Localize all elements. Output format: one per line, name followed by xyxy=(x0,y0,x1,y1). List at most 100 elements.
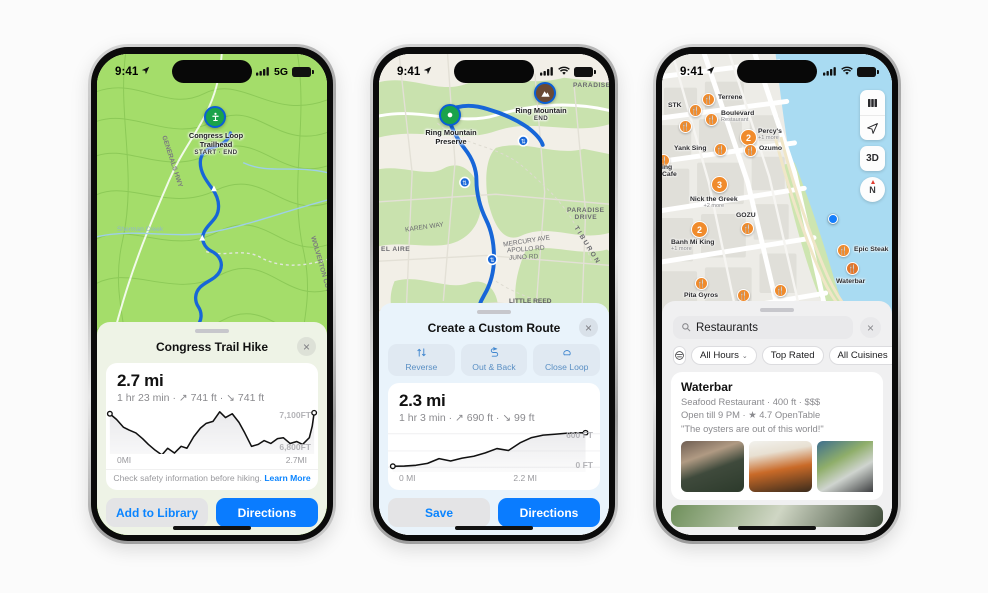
trail-info-card: 2.7 mi 1 hr 23 min · ↗ 741 ft · ↘ 741 ft xyxy=(106,363,318,490)
dynamic-island xyxy=(454,60,534,83)
phone-bezel: GENERALS HWY Sherman Creek WOLVERTON CUT… xyxy=(91,47,333,541)
toggle-3d-button[interactable]: 3D xyxy=(860,146,885,171)
user-location-dot xyxy=(828,214,838,224)
poi-terrene[interactable]: 🍴 xyxy=(702,93,715,106)
status-right-group xyxy=(540,63,596,81)
filter-row: All Hours ⌄ Top Rated All Cuisines ⌄ xyxy=(673,346,892,365)
trail-detail-sheet: Congress Trail Hike × 2.7 mi 1 hr 23 min… xyxy=(97,322,327,535)
status-time: 9:41 xyxy=(680,66,704,78)
directions-button[interactable]: Directions xyxy=(216,498,318,527)
axis-end-label: 2.7MI xyxy=(285,455,307,465)
ring-mountain-preserve-label: Ring Mountain Preserve xyxy=(425,128,477,146)
phone-bezel: 🍴 Terrene 🍴 STK 🍴 Boulevard Restaurant 🍴 … xyxy=(656,47,898,541)
trail-stats: 2.7 mi 1 hr 23 min · ↗ 741 ft · ↘ 741 ft xyxy=(106,363,318,406)
sheet-grabber[interactable] xyxy=(760,308,794,312)
sheet-header: Congress Trail Hike × xyxy=(106,337,318,357)
status-time-group: 9:41 xyxy=(115,66,150,78)
elevation-min-label: 6,800FT xyxy=(279,442,311,452)
restaurant-search-sheet: Restaurants × All Hours ⌄ Top Rated All … xyxy=(662,301,892,535)
poi-gozu[interactable]: 🍴 xyxy=(741,222,754,235)
sheet-grabber[interactable] xyxy=(477,310,511,314)
place-photo-3[interactable] xyxy=(817,441,873,492)
close-loop-button[interactable]: Close Loop xyxy=(533,344,601,376)
filter-all-hours[interactable]: All Hours ⌄ xyxy=(691,346,757,365)
poi-unnamed-1[interactable]: 🍴 xyxy=(679,120,692,133)
ring-mountain-preserve-pin[interactable] xyxy=(439,104,461,126)
close-icon[interactable]: × xyxy=(579,318,598,337)
close-icon[interactable]: × xyxy=(297,337,316,356)
home-indicator[interactable] xyxy=(738,526,816,530)
chevron-down-icon: ⌄ xyxy=(891,352,892,360)
poi-label-banh-mi-king: Banh Mi King +1 more xyxy=(671,239,715,252)
poi-label-gozu: GOZU xyxy=(736,212,756,219)
filter-top-rated[interactable]: Top Rated xyxy=(761,346,824,365)
poi-ozumo[interactable]: 🍴 xyxy=(744,144,757,157)
home-indicator[interactable] xyxy=(455,526,533,530)
place-photos[interactable] xyxy=(681,441,873,492)
svg-text:⇅: ⇅ xyxy=(462,181,467,187)
add-to-library-button[interactable]: Add to Library xyxy=(106,498,208,527)
compass-icon[interactable]: N xyxy=(860,177,885,202)
poi-yank-sing[interactable]: 🍴 xyxy=(714,143,727,156)
map-label-paradise-drive: PARADISE DRIVE xyxy=(567,207,605,221)
directions-button[interactable]: Directions xyxy=(498,498,600,527)
place-meta-2: Open till 9 PM · ★ 4.7 OpenTable xyxy=(681,409,821,420)
trail-details: 1 hr 23 min · ↗ 741 ft · ↘ 741 ft xyxy=(117,392,265,404)
place-result-card[interactable]: Waterbar Seafood Restaurant · 400 ft · $… xyxy=(671,372,883,500)
status-network: 5G xyxy=(273,66,288,78)
status-time: 9:41 xyxy=(397,66,421,78)
close-loop-icon xyxy=(533,347,600,361)
chevron-down-icon: ⌄ xyxy=(741,352,748,360)
map-label-sherman-creek: Sherman Creek xyxy=(117,226,164,233)
battery-icon xyxy=(574,67,596,77)
elevation-chart: 600 FT 0 FT xyxy=(388,428,600,472)
reverse-arrows-icon xyxy=(388,347,455,361)
map-control-stack xyxy=(860,90,885,140)
mountain-icon xyxy=(534,82,556,104)
close-icon[interactable]: × xyxy=(860,317,881,338)
close-loop-label: Close Loop xyxy=(544,362,589,372)
search-input[interactable]: Restaurants xyxy=(673,316,853,339)
poi-boulevard[interactable]: 🍴 xyxy=(705,113,718,126)
poi-nick-the-greek-cluster[interactable]: 3 xyxy=(711,176,728,193)
reverse-button[interactable]: Reverse xyxy=(388,344,455,376)
poi-waterbar[interactable]: 🍴 xyxy=(846,262,859,275)
sheet-actions: Add to Library Directions xyxy=(106,498,318,527)
poi-label-waterbar: Waterbar xyxy=(836,278,866,285)
elevation-max-label: 7,100FT xyxy=(279,410,311,420)
learn-more-link[interactable]: Learn More xyxy=(264,473,310,483)
status-time-group: 9:41 xyxy=(680,66,715,78)
next-result-peek[interactable] xyxy=(671,505,883,527)
distance-axis: 0 MI 2.2 MI xyxy=(388,472,600,490)
sheet-grabber[interactable] xyxy=(195,329,229,333)
elevation-profile: 7,100FT 6,800FT 0MI 2.7MI xyxy=(106,406,318,469)
poi-stk[interactable]: 🍴 xyxy=(689,104,702,117)
sheet-header: Create a Custom Route × xyxy=(388,318,600,338)
axis-end-label: 2.2 MI xyxy=(513,473,537,483)
poi-banh-mi-king-cluster[interactable]: 2 xyxy=(691,221,708,238)
custom-route-sheet: Create a Custom Route × Reverse Out & Ba… xyxy=(379,303,609,535)
home-indicator[interactable] xyxy=(173,526,251,530)
svg-text:⇅: ⇅ xyxy=(521,139,526,145)
place-photo-1[interactable] xyxy=(681,441,744,492)
phone2-screen: ⇅⇅ ⇅⇅ PARADISE PARADISEDRIVE EL AIRE KAR… xyxy=(379,54,609,535)
safety-text: Check safety information before hiking. xyxy=(113,473,262,483)
sheet-title: Create a Custom Route xyxy=(427,321,561,335)
filter-all-cuisines[interactable]: All Cuisines ⌄ xyxy=(828,346,892,365)
poi-unnamed-3[interactable]: 🍴 xyxy=(774,284,787,297)
elevation-profile: 600 FT 0 FT 0 MI 2.2 MI xyxy=(388,426,600,490)
map-book-icon[interactable] xyxy=(860,90,885,115)
out-and-back-button[interactable]: Out & Back xyxy=(460,344,528,376)
save-button[interactable]: Save xyxy=(388,498,490,527)
trailhead-pin[interactable] xyxy=(204,106,226,128)
wifi-icon xyxy=(841,63,853,81)
place-name: Waterbar xyxy=(681,380,733,394)
ring-mountain-pin[interactable] xyxy=(534,82,556,104)
poi-epic-steak[interactable]: 🍴 xyxy=(837,244,850,257)
place-photo-2[interactable] xyxy=(749,441,812,492)
poi-label-ing-cafe: ing Cafe xyxy=(662,164,677,178)
filter-icon[interactable] xyxy=(673,346,686,365)
locate-me-button[interactable] xyxy=(860,115,885,140)
poi-pita-gyros[interactable]: 🍴 xyxy=(695,277,708,290)
axis-start-label: 0 MI xyxy=(399,473,416,483)
